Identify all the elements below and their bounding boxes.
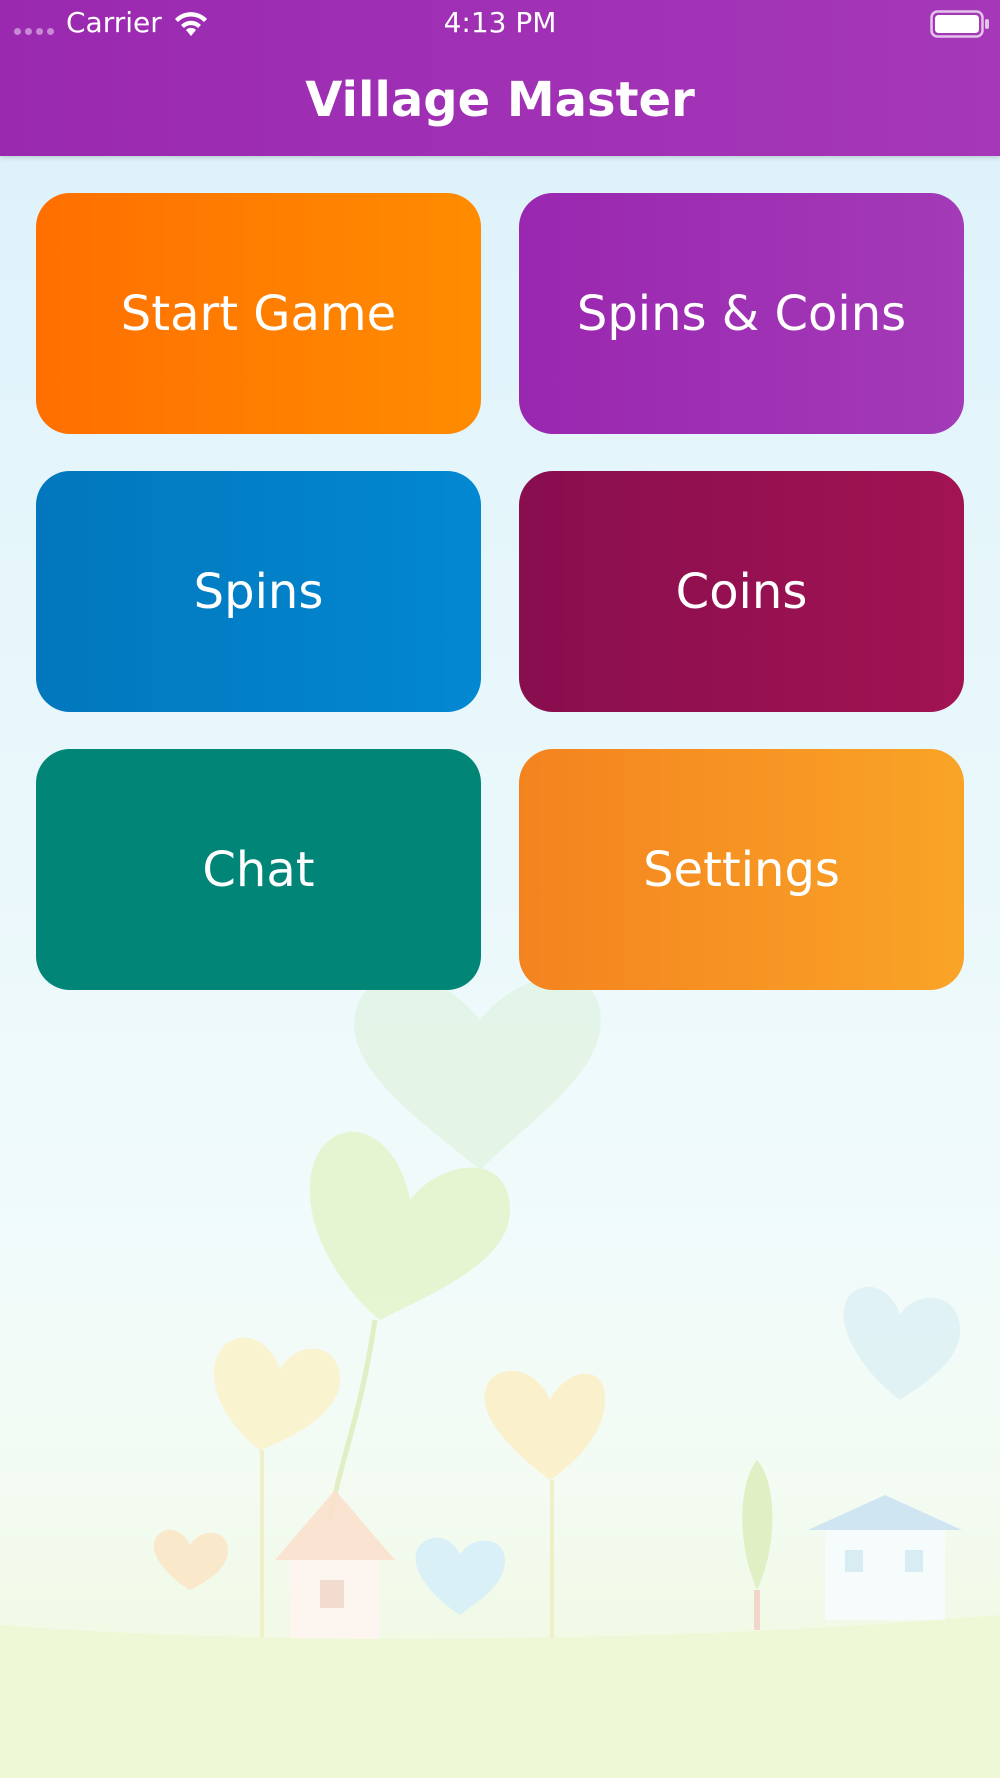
start-game-label: Start Game	[120, 285, 397, 342]
settings-label: Settings	[643, 841, 840, 898]
spins-label: Spins	[193, 563, 324, 620]
battery-icon	[930, 10, 989, 38]
village-background-illustration	[0, 975, 1000, 1778]
settings-button[interactable]: Settings	[519, 749, 964, 990]
spins-and-coins-button[interactable]: Spins & Coins	[519, 193, 964, 434]
coins-label: Coins	[675, 563, 808, 620]
chat-button[interactable]: Chat	[36, 749, 481, 990]
spins-button[interactable]: Spins	[36, 471, 481, 712]
coins-button[interactable]: Coins	[519, 471, 964, 712]
top-bar: Carrier 4:13 PM Village Master	[0, 0, 1000, 156]
chat-label: Chat	[202, 841, 315, 898]
start-game-button[interactable]: Start Game	[36, 193, 481, 434]
status-bar: Carrier 4:13 PM	[0, 0, 1000, 48]
page-title: Village Master	[305, 72, 695, 128]
status-time: 4:13 PM	[443, 6, 557, 39]
spins-and-coins-label: Spins & Coins	[576, 285, 907, 342]
